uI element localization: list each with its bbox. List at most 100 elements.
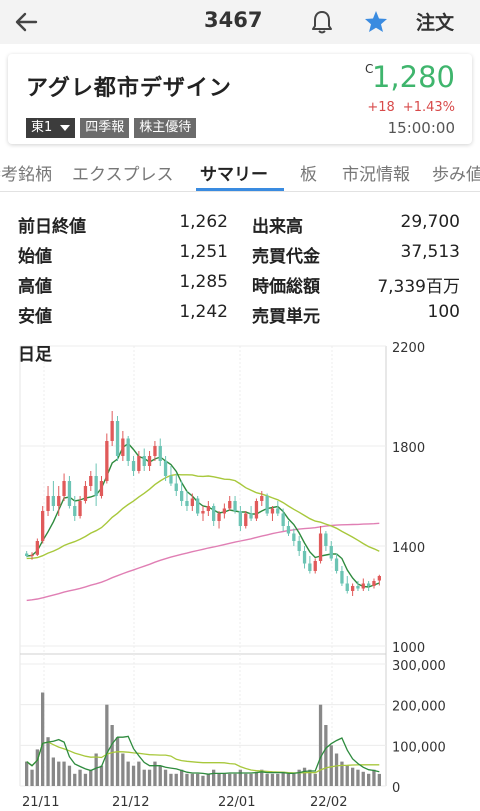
price-tick-label: 1800: [392, 441, 425, 456]
candle-body: [217, 513, 221, 521]
candle-body: [297, 541, 301, 551]
volume-bar: [302, 767, 307, 786]
candle-body: [228, 501, 232, 509]
volume-bar: [147, 769, 152, 786]
volume-bar: [190, 773, 194, 786]
star-icon[interactable]: [362, 8, 390, 36]
price-tick-label: 1000: [392, 641, 425, 656]
prev-close-value: 1,262: [179, 212, 228, 232]
price-tick-label: 1400: [392, 541, 425, 556]
volume-value: 29,700: [400, 212, 460, 232]
candle-body: [73, 506, 77, 516]
volume-bar: [217, 773, 221, 786]
market-label: 東1: [31, 120, 53, 135]
market-select[interactable]: 東1: [26, 118, 76, 138]
prev-close-label: 前日終値: [18, 217, 86, 237]
candle-body: [334, 558, 339, 571]
candle-body: [313, 561, 317, 571]
candle-body: [158, 446, 162, 461]
candle-body: [324, 533, 328, 546]
candle-body: [67, 481, 72, 506]
trading-unit-label: 売買単元: [252, 307, 320, 327]
volume-bar: [324, 725, 328, 786]
volume-bar: [158, 765, 162, 786]
volume-bar: [196, 773, 200, 786]
volume-bar: [62, 761, 66, 786]
volume-tick-label: 300,000: [392, 659, 446, 674]
candle-body: [35, 541, 39, 555]
volume-bar: [351, 767, 355, 786]
candle-body: [254, 501, 259, 519]
volume-bar: [313, 773, 317, 786]
candle-body: [121, 438, 125, 456]
current-price: 1,280: [371, 60, 455, 94]
shareholder-benefit-badge[interactable]: 株主優待: [134, 118, 197, 138]
tab-express[interactable]: エクスプレス: [72, 160, 174, 185]
candle-body: [244, 513, 248, 526]
stock-code: 3467: [204, 8, 263, 32]
price-time: 15:00:00: [387, 119, 455, 137]
candle-body: [265, 496, 269, 514]
volume-bar: [185, 773, 189, 786]
daily-chart[interactable]: 2200 1800 1400 1000 300,000 200,000 100,000 0 21…: [0, 336, 480, 811]
tab-bar: 参考銘柄 エクスプレス サマリー 板 市況情報 歩み値: [0, 150, 480, 192]
candle-body: [206, 506, 210, 511]
volume-bar: [51, 757, 55, 786]
candle-body: [367, 583, 371, 586]
change-percent: +1.43%: [402, 100, 455, 115]
stats-row: 始値 1,251 売買代金 37,513: [18, 242, 462, 272]
candle-body: [340, 571, 344, 584]
candle-body: [105, 441, 109, 481]
tab-summary[interactable]: サマリー: [200, 160, 268, 185]
tab-reference-stocks[interactable]: 参考銘柄: [0, 160, 52, 185]
volume-bar: [372, 769, 376, 786]
stats-row: 高値 1,285 時価総額 7,339百万: [18, 272, 462, 302]
order-button[interactable]: 注文: [416, 8, 454, 35]
candle-body: [196, 498, 200, 514]
tab-market-info[interactable]: 市況情報: [342, 160, 410, 185]
volume-bar: [367, 773, 371, 786]
shikiho-badge[interactable]: 四季報: [80, 118, 130, 138]
open-label: 始値: [18, 247, 52, 267]
volume-bar: [281, 771, 285, 786]
volume-bar: [137, 761, 141, 786]
bell-icon[interactable]: [308, 8, 336, 36]
volume-bar: [233, 773, 237, 786]
candle-body: [249, 513, 253, 519]
candle-body: [46, 496, 50, 511]
stats-row: 安値 1,242 売買単元 100: [18, 302, 462, 332]
volume-bar: [163, 769, 168, 786]
volume-bar: [94, 753, 98, 786]
volume-bar: [201, 775, 205, 786]
volume-bar: [25, 761, 29, 786]
volume-bar: [110, 725, 114, 786]
volume-bar: [169, 773, 173, 786]
turnover-label: 売買代金: [252, 247, 320, 267]
candle-body: [292, 533, 296, 541]
volume-bar: [276, 773, 280, 786]
candle-body: [78, 501, 82, 516]
volume-label: 出来高: [252, 217, 303, 237]
candle-body: [190, 498, 194, 506]
volume-bar: [356, 769, 360, 786]
volume-bar: [212, 769, 216, 786]
tab-time-and-sales[interactable]: 歩み値: [432, 160, 480, 185]
candle-body: [286, 526, 291, 534]
candle-body: [329, 546, 333, 559]
trading-unit-value: 100: [427, 302, 460, 322]
candle-body: [372, 581, 376, 586]
tab-order-book[interactable]: 板: [300, 160, 317, 185]
stats-grid: 前日終値 1,262 出来高 29,700 始値 1,251 売買代金 37,5…: [18, 212, 462, 332]
chevron-down-icon: [60, 125, 71, 131]
volume-bar: [361, 771, 365, 786]
high-label: 高値: [18, 277, 52, 297]
volume-bar: [46, 737, 50, 786]
volume-bar: [99, 765, 104, 786]
change-value: +18: [367, 100, 395, 115]
date-tick-label: 21/11: [22, 795, 59, 810]
candle-body: [147, 456, 152, 466]
candle-body: [94, 476, 98, 496]
back-arrow-icon[interactable]: [10, 6, 42, 38]
price-tick-label: 2200: [392, 341, 425, 356]
candle-body: [51, 496, 55, 506]
